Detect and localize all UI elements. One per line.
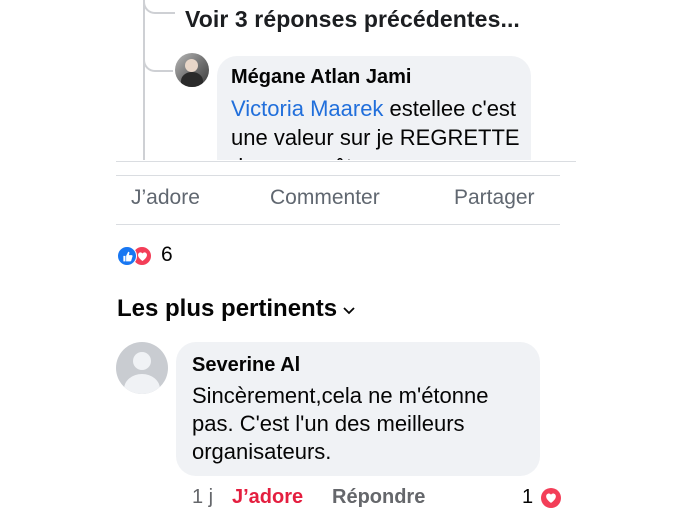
divider-actions-top <box>116 175 560 176</box>
heart-icon <box>546 493 556 503</box>
thread-line-main <box>143 0 145 160</box>
thread-line-branch-reply <box>143 56 173 72</box>
heart-icon <box>137 251 147 261</box>
reply-text: Victoria Maarek estellee c'est une valeu… <box>231 94 521 160</box>
divider-actions-bottom <box>116 224 560 225</box>
sort-dropdown[interactable]: Les plus pertinents <box>117 295 355 323</box>
comment-action-button[interactable]: Commenter <box>270 186 380 210</box>
divider-top <box>116 161 576 162</box>
comment-reaction-count[interactable]: 1 <box>522 486 533 509</box>
comment-author-name[interactable]: Severine Al <box>192 354 300 377</box>
like-icon[interactable] <box>117 246 137 266</box>
avatar[interactable] <box>175 53 209 87</box>
reaction-count[interactable]: 6 <box>161 243 173 267</box>
share-action-button[interactable]: Partager <box>454 186 535 210</box>
reply-author-name[interactable]: Mégane Atlan Jami <box>231 66 411 89</box>
love-icon[interactable] <box>541 488 561 508</box>
sort-label: Les plus pertinents <box>117 295 338 322</box>
chevron-down-icon <box>343 302 355 319</box>
reply-bubble: Mégane Atlan Jami Victoria Maarek estell… <box>217 56 531 160</box>
comment-reply-button[interactable]: Répondre <box>332 486 425 509</box>
view-previous-replies-link[interactable]: Voir 3 réponses précédentes... <box>185 6 520 33</box>
thread-line-branch-top <box>143 0 175 14</box>
thumb-up-icon <box>122 251 133 261</box>
comment-bubble: Severine Al Sincèrement,cela ne m'étonne… <box>176 342 540 476</box>
comment-like-button[interactable]: J’adore <box>232 486 303 509</box>
avatar[interactable] <box>116 342 168 394</box>
mention-link[interactable]: Victoria Maarek <box>231 96 383 121</box>
comment-text: Sincèrement,cela ne m'étonne pas. C'est … <box>192 383 489 464</box>
comment-timestamp[interactable]: 1 j <box>192 486 213 509</box>
like-action-button[interactable]: J’adore <box>131 186 200 210</box>
